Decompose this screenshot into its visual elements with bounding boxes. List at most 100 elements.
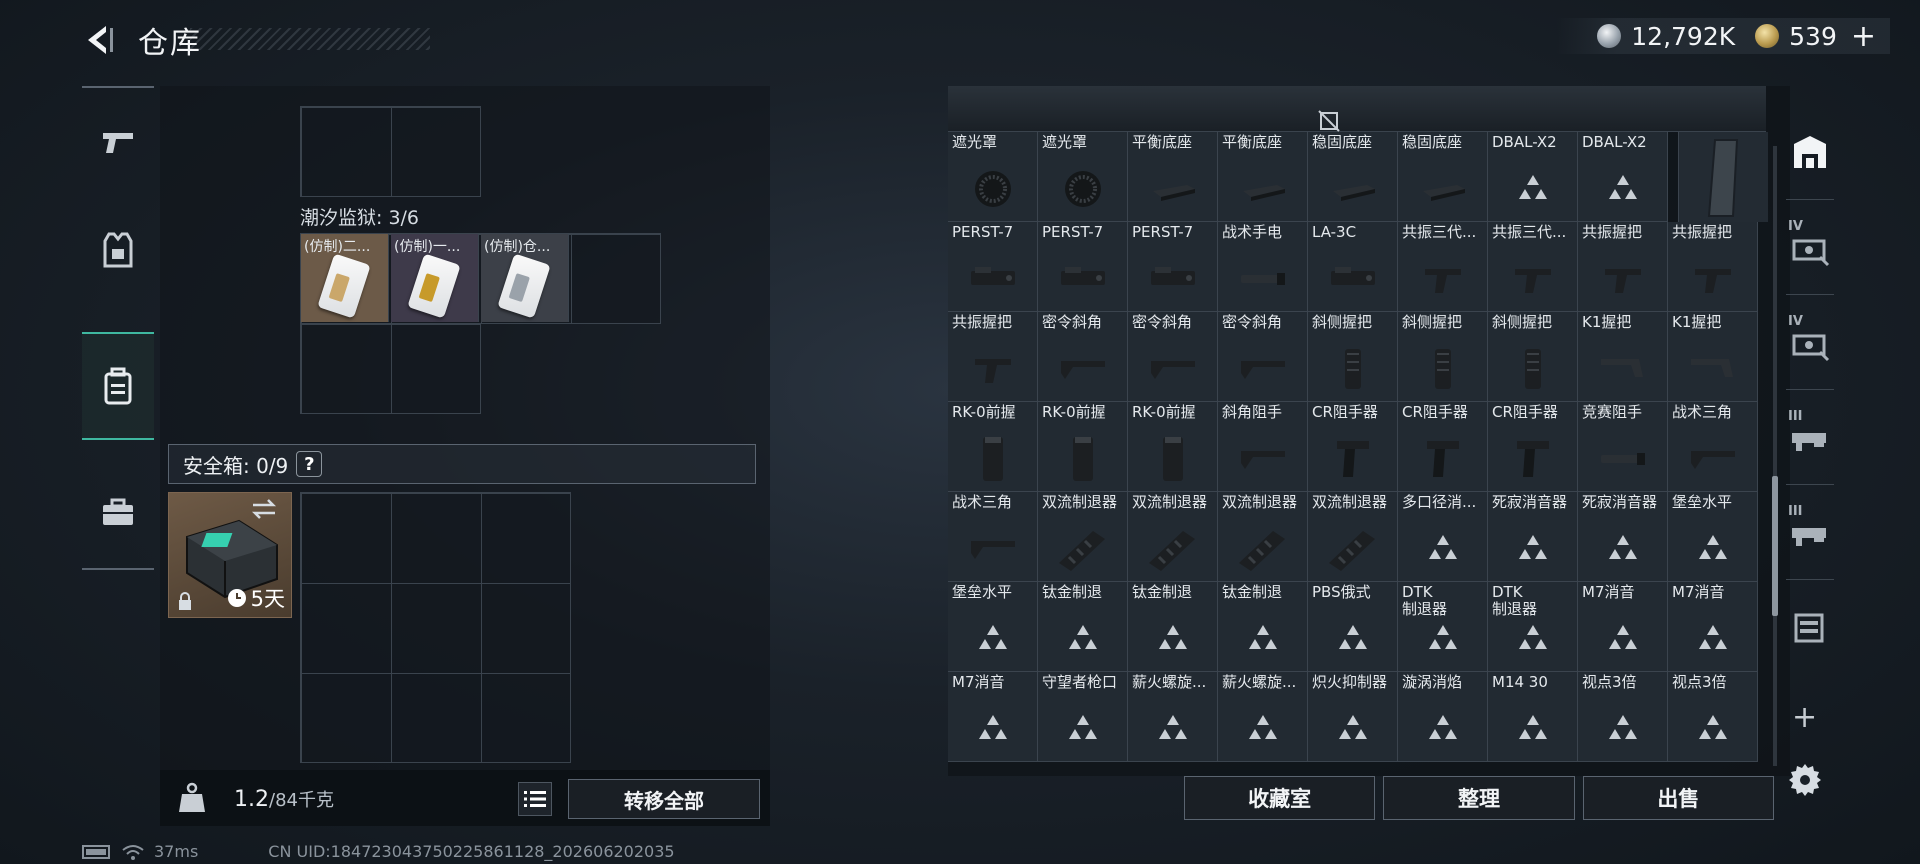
safe-box-grid[interactable] [300, 492, 571, 763]
back-button[interactable] [80, 20, 120, 60]
storage-item[interactable]: 堡垒水平 [948, 582, 1038, 672]
category-tab[interactable] [1782, 110, 1838, 194]
category-tab[interactable] [1782, 585, 1838, 669]
list-view-button[interactable] [518, 782, 552, 816]
item-name: 斜侧握把 [1492, 313, 1553, 331]
storage-item[interactable]: RK-0前握 [948, 402, 1038, 492]
storage-item[interactable]: 斜侧握把 [1488, 312, 1578, 402]
tab-case[interactable] [82, 458, 154, 566]
swap-icon[interactable] [251, 499, 277, 519]
storage-item[interactable]: 薪火螺旋... [1218, 672, 1308, 762]
storage-item[interactable]: 漩涡消焰 [1398, 672, 1488, 762]
storage-item[interactable]: 平衡底座 [1218, 132, 1308, 222]
storage-item[interactable]: M7消音 [1668, 582, 1758, 672]
storage-item[interactable]: 战术三角 [1668, 402, 1758, 492]
storage-item[interactable]: PERST-7 [948, 222, 1038, 312]
storage-item[interactable]: 共振握把 [1668, 222, 1758, 312]
storage-item[interactable]: M7消音 [1578, 582, 1668, 672]
storage-item[interactable]: 死寂消音器 [1488, 492, 1578, 582]
storage-item[interactable]: PERST-7 [1038, 222, 1128, 312]
storage-item[interactable]: K1握把 [1578, 312, 1668, 402]
storage-item[interactable]: 钛金制退 [1218, 582, 1308, 672]
storage-item[interactable]: CR阻手器 [1308, 402, 1398, 492]
safe-help-button[interactable]: ? [296, 451, 323, 477]
storage-item[interactable]: 堡垒水平 [1668, 492, 1758, 582]
storage-item[interactable]: DBAL-X2 [1488, 132, 1578, 222]
tab-armor[interactable] [82, 196, 154, 304]
storage-item[interactable]: M7消音 [948, 672, 1038, 762]
add-gold-button[interactable]: + [1851, 19, 1876, 54]
item-name: 战术三角 [952, 493, 1013, 511]
storage-item[interactable]: 平衡底座 [1128, 132, 1218, 222]
storage-item[interactable]: 双流制退器 [1218, 492, 1308, 582]
storage-item[interactable]: PBS俄式 [1308, 582, 1398, 672]
tri-icon [1608, 625, 1637, 649]
storage-item[interactable]: RK-0前握 [1038, 402, 1128, 492]
storage-item[interactable]: K1握把 [1668, 312, 1758, 402]
storage-item[interactable]: 稳固底座 [1308, 132, 1398, 222]
storage-item[interactable]: 薪火螺旋... [1128, 672, 1218, 762]
grip-icon [1604, 269, 1641, 293]
storage-item[interactable]: DBAL-X2 [1578, 132, 1668, 222]
storage-item[interactable]: 共振三代... [1488, 222, 1578, 312]
sell-button[interactable]: 出售 [1582, 776, 1774, 820]
storage-item[interactable]: 斜侧握把 [1308, 312, 1398, 402]
storage-item[interactable]: CR阻手器 [1488, 402, 1578, 492]
storage-item[interactable]: 双流制退器 [1038, 492, 1128, 582]
category-tab[interactable]: III [1782, 395, 1838, 479]
tide-ticket-item[interactable]: (仿制)一... [391, 234, 479, 322]
storage-item[interactable]: LA-3C [1308, 222, 1398, 312]
storage-item[interactable]: 密令斜角 [1038, 312, 1128, 402]
storage-item[interactable]: DTK 制退器 [1398, 582, 1488, 672]
tab-backpack[interactable] [82, 332, 154, 440]
storage-item[interactable]: 双流制退器 [1308, 492, 1398, 582]
transfer-all-button[interactable]: 转移全部 [568, 779, 760, 819]
storage-panel[interactable]: 遮光罩 遮光罩 平衡底座 平衡底座 稳固底座 稳固底座 DBAL-X2 DBAL-X2 PERS… [948, 86, 1790, 776]
storage-item[interactable]: PERST-7 [1128, 222, 1218, 312]
storage-item[interactable]: M14 30 [1488, 672, 1578, 762]
storage-item[interactable]: 钛金制退 [1038, 582, 1128, 672]
all-icon [1794, 136, 1826, 168]
storage-item[interactable]: 守望者枪口 [1038, 672, 1128, 762]
storage-item[interactable]: 钛金制退 [1128, 582, 1218, 672]
storage-item[interactable]: 战术三角 [948, 492, 1038, 582]
storage-item[interactable]: 死寂消音器 [1578, 492, 1668, 582]
storage-item[interactable]: 遮光罩 [1038, 132, 1128, 222]
storage-item[interactable]: 共振三代... [1398, 222, 1488, 312]
storage-item[interactable]: 战术手电 [1218, 222, 1308, 312]
settings-button[interactable] [1788, 762, 1822, 800]
category-tab[interactable]: IV [1782, 205, 1838, 289]
storage-item[interactable]: 共振握把 [1578, 222, 1668, 312]
tide-prison-extra-grid[interactable] [300, 323, 481, 414]
magazine-item[interactable] [1678, 132, 1768, 222]
category-tab[interactable]: III [1782, 490, 1838, 574]
storage-item[interactable]: 稳固底座 [1398, 132, 1488, 222]
pocket-grid[interactable] [300, 106, 481, 197]
safe-box-item[interactable]: 5天 [168, 492, 292, 618]
add-storage-button[interactable]: + [1792, 700, 1817, 735]
storage-item[interactable]: 斜侧握把 [1398, 312, 1488, 402]
flash-icon [1600, 453, 1645, 465]
scrollbar-thumb[interactable] [1772, 476, 1778, 616]
tab-weapon[interactable] [82, 88, 154, 196]
storage-item[interactable]: 密令斜角 [1218, 312, 1308, 402]
storage-item[interactable]: CR阻手器 [1398, 402, 1488, 492]
organize-button[interactable]: 整理 [1383, 776, 1575, 820]
storage-item[interactable]: 遮光罩 [948, 132, 1038, 222]
storage-item[interactable]: 竞赛阻手 [1578, 402, 1668, 492]
storage-item[interactable]: 共振握把 [948, 312, 1038, 402]
storage-item[interactable]: 多口径消... [1398, 492, 1488, 582]
collection-room-button[interactable]: 收藏室 [1184, 776, 1376, 820]
scrollbar-track[interactable] [1773, 146, 1777, 766]
storage-item[interactable]: 密令斜角 [1128, 312, 1218, 402]
storage-item[interactable]: DTK 制退器 [1488, 582, 1578, 672]
tide-ticket-item[interactable]: (仿制)二... [301, 234, 389, 322]
storage-item[interactable]: 双流制退器 [1128, 492, 1218, 582]
storage-item[interactable]: RK-0前握 [1128, 402, 1218, 492]
tide-ticket-item[interactable]: (仿制)仓... [481, 234, 569, 322]
storage-item[interactable]: 斜角阻手 [1218, 402, 1308, 492]
storage-item[interactable]: 视点3倍 [1578, 672, 1668, 762]
storage-item[interactable]: 炽火抑制器 [1308, 672, 1398, 762]
category-tab[interactable]: IV [1782, 300, 1838, 384]
storage-item[interactable]: 视点3倍 [1668, 672, 1758, 762]
